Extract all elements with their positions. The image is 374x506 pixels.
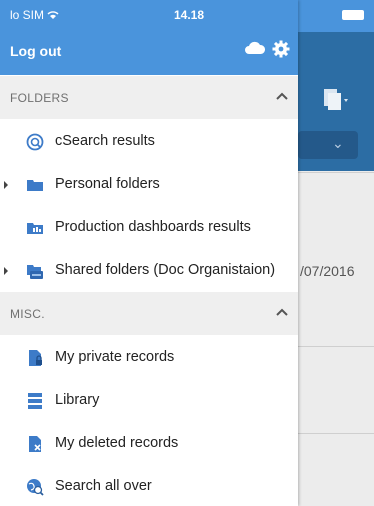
status-bar: lo SIM 14.18 (0, 0, 374, 32)
private-record-icon (29, 350, 42, 366)
divider (298, 433, 374, 434)
navigation-drawer: Log out FOLDERS cSearch results Personal… (0, 0, 298, 506)
globe-search-icon (27, 479, 44, 496)
drawer-item-library[interactable]: Library (0, 379, 298, 422)
divider (298, 346, 374, 347)
search-icon (26, 133, 44, 151)
folders-section-header[interactable]: FOLDERS (0, 76, 298, 119)
library-icon (28, 393, 42, 409)
expand-arrow-icon[interactable] (4, 181, 8, 189)
drawer-item-label: Production dashboards results (55, 219, 251, 235)
documents-icon[interactable] (322, 86, 350, 112)
drawer-item-search-all-over[interactable]: Search all over (0, 465, 298, 506)
cloud-icon[interactable] (244, 40, 266, 56)
wifi-icon (47, 11, 59, 19)
battery-icon (342, 10, 364, 20)
drawer-item-label: Library (55, 392, 100, 408)
filter-dropdown[interactable] (298, 131, 358, 159)
dashboard-folder-icon (27, 223, 43, 234)
clock: 14.18 (174, 8, 205, 22)
record-date: /07/2016 (300, 263, 355, 279)
expand-arrow-icon[interactable] (4, 267, 8, 275)
deleted-record-icon (29, 436, 41, 452)
gear-icon[interactable] (272, 40, 290, 58)
chevron-down-icon: ⌄ (332, 135, 344, 151)
carrier-label: lo SIM (10, 8, 59, 22)
drawer-item-label: Search all over (55, 478, 152, 494)
drawer-item-label: My private records (55, 349, 175, 365)
drawer-item-shared-folders[interactable]: Shared folders (Doc Organistaion) (0, 249, 298, 292)
drawer-item-production-dashboards[interactable]: Production dashboards results (0, 206, 298, 249)
drawer-item-label: cSearch results (55, 133, 155, 149)
drawer-item-label: Shared folders (Doc Organistaion) (55, 262, 276, 278)
chevron-up-icon[interactable] (276, 92, 288, 100)
chevron-up-icon[interactable] (276, 308, 288, 316)
drawer-item-my-private-records[interactable]: My private records (0, 336, 298, 379)
drawer-item-label: My deleted records (55, 435, 179, 451)
folder-icon (27, 180, 43, 191)
drawer-item-personal-folders[interactable]: Personal folders (0, 163, 298, 206)
shared-folder-icon (27, 265, 43, 279)
drawer-item-my-deleted-records[interactable]: My deleted records (0, 422, 298, 465)
section-label: MISC. (10, 307, 45, 321)
drawer-item-label: Personal folders (55, 176, 160, 192)
misc-section-header[interactable]: MISC. (0, 292, 298, 335)
divider (298, 172, 374, 173)
section-label: FOLDERS (10, 91, 69, 105)
logout-button[interactable]: Log out (10, 43, 61, 59)
drawer-item-csearch-results[interactable]: cSearch results (0, 120, 298, 163)
